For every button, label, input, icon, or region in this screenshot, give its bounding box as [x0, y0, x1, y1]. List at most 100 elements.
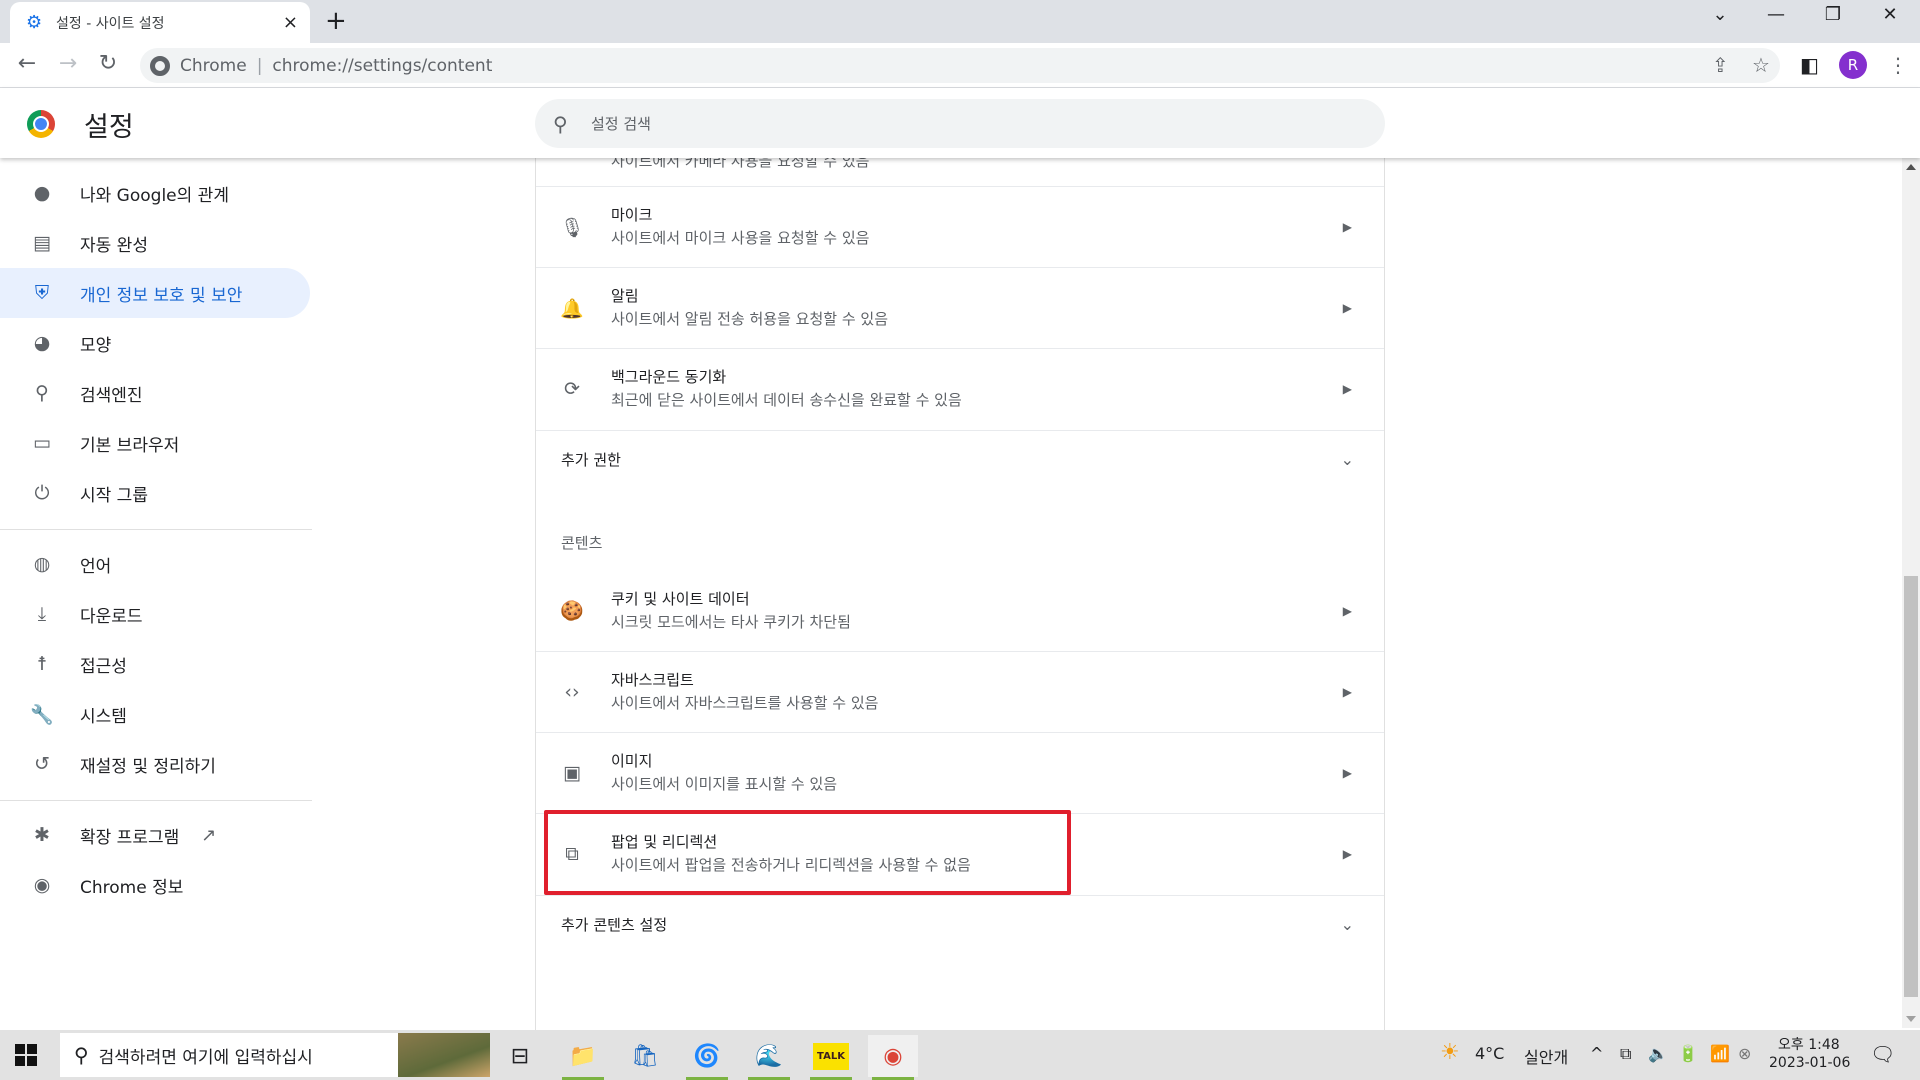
weather-temp[interactable]: 4°C: [1475, 1044, 1504, 1063]
settings-search-input[interactable]: [591, 114, 1351, 133]
weather-icon[interactable]: ☀: [1440, 1040, 1460, 1065]
content-row-images[interactable]: ▣ 이미지 사이트에서 이미지를 표시할 수 있음 ▶: [536, 732, 1384, 813]
chrome-site-icon: [150, 55, 170, 76]
arrow-right-icon: ▶: [1342, 766, 1352, 780]
row-subtitle: 시크릿 모드에서는 타사 쿠키가 차단됨: [611, 612, 851, 631]
sidebar-item-label: 시스템: [80, 706, 127, 727]
arrow-right-icon: ▶: [1342, 847, 1352, 861]
restore-button[interactable]: ❐: [1813, 4, 1853, 25]
back-button[interactable]: ←: [12, 51, 42, 76]
swirl-app-icon[interactable]: 🌊: [744, 1035, 794, 1080]
sidebar-item-autofill[interactable]: ▤ 자동 완성: [0, 218, 310, 268]
image-icon: ▣: [563, 762, 581, 784]
additional-permissions-expander[interactable]: 추가 권한 ⌄: [536, 430, 1384, 488]
scrollbar-thumb[interactable]: [1904, 576, 1918, 998]
sidebar-item-label: 검색엔진: [80, 385, 143, 406]
address-bar[interactable]: Chrome | chrome://settings/content: [140, 48, 1780, 83]
row-subtitle: 최근에 닫은 사이트에서 데이터 송수신을 완료할 수 있음: [611, 391, 962, 409]
sidebar-item-accessibility[interactable]: ☨ 접근성: [0, 639, 310, 689]
microsoft-store-icon[interactable]: 🛍: [620, 1035, 670, 1077]
sidebar-item-about-chrome[interactable]: ◉ Chrome 정보: [0, 860, 310, 910]
sidebar-item-search-engine[interactable]: ⚲ 검색엔진: [0, 368, 310, 418]
sidebar-item-extensions[interactable]: ✱ 확장 프로그램 ↗: [0, 810, 310, 860]
sidebar-divider: [0, 800, 312, 801]
network-status-icon[interactable]: ⊗: [1738, 1044, 1751, 1063]
sidebar-item-appearance[interactable]: ◕ 모양: [0, 318, 310, 368]
arrow-right-icon: ▶: [1342, 603, 1352, 618]
permission-row-notifications[interactable]: 🔔 알림 사이트에서 알림 전송 허용을 요청할 수 있음 ▶: [536, 267, 1384, 348]
settings-search[interactable]: ⚲: [535, 99, 1385, 148]
windows-start-button[interactable]: [15, 1044, 37, 1066]
side-panel-icon[interactable]: ◧: [1800, 53, 1819, 77]
reload-button[interactable]: ↻: [93, 51, 123, 76]
palette-icon: ◕: [33, 332, 51, 354]
kakaotalk-icon[interactable]: TALK: [806, 1035, 856, 1080]
omnibox-separator: |: [256, 55, 263, 76]
windows-taskbar: ⚲ 검색하려면 여기에 입력하십시 ⊟ 📁 🛍 🌀 🌊 TALK ◉ ☀ 4°C…: [0, 1030, 1920, 1080]
sidebar-item-you-and-google[interactable]: ● 나와 Google의 관계: [0, 168, 310, 218]
sidebar-item-label: 확장 프로그램: [80, 827, 180, 848]
file-explorer-icon[interactable]: 📁: [558, 1035, 608, 1080]
task-view-icon[interactable]: ⊟: [495, 1035, 545, 1077]
volume-icon[interactable]: 🔈: [1648, 1044, 1668, 1063]
globe-icon: ◍: [33, 553, 51, 575]
clipboard-icon: ▤: [33, 232, 51, 254]
chrome-menu-icon[interactable]: ⋮: [1888, 53, 1908, 77]
row-title: 백그라운드 동기화: [611, 368, 727, 386]
sidebar-item-label: 개인 정보 보호 및 보안: [80, 285, 243, 306]
taskbar-search-box[interactable]: ⚲ 검색하려면 여기에 입력하십시: [60, 1033, 490, 1077]
tab-close-button[interactable]: ×: [283, 12, 298, 33]
sidebar-item-system[interactable]: 🔧 시스템: [0, 689, 310, 739]
sidebar-item-label: 자동 완성: [80, 235, 148, 256]
clock-date[interactable]: 2023-01-06: [1769, 1055, 1850, 1071]
permission-row-microphone[interactable]: 🎙 마이크 사이트에서 마이크 사용을 요청할 수 있음 ▶: [536, 186, 1384, 267]
meet-now-icon[interactable]: ⧉: [1620, 1044, 1631, 1064]
notification-center-icon[interactable]: 🗨: [1870, 1042, 1895, 1066]
new-tab-button[interactable]: +: [325, 6, 347, 36]
profile-avatar[interactable]: R: [1839, 51, 1867, 79]
sidebar-item-languages[interactable]: ◍ 언어: [0, 539, 310, 589]
url-text[interactable]: chrome://settings/content: [272, 56, 492, 76]
sidebar-item-downloads[interactable]: ⤓ 다운로드: [0, 589, 310, 639]
tab-settings[interactable]: ⚙ 설정 - 사이트 설정 ×: [10, 2, 310, 43]
expander-label: 추가 권한: [561, 451, 621, 469]
sync-icon: ⟳: [564, 378, 580, 400]
content-row-javascript[interactable]: ‹› 자바스크립트 사이트에서 자바스크립트를 사용할 수 있음 ▶: [536, 651, 1384, 732]
edge-icon[interactable]: 🌀: [682, 1035, 732, 1080]
settings-header: 설정 ⚲: [0, 88, 1920, 158]
gear-icon: ⚙: [26, 11, 43, 33]
clock-time[interactable]: 오후 1:48: [1778, 1034, 1840, 1054]
sidebar-item-reset[interactable]: ↺ 재설정 및 정리하기: [0, 739, 310, 789]
download-icon: ⤓: [37, 603, 47, 625]
tab-search-button[interactable]: ⌄: [1700, 4, 1740, 25]
scroll-up-arrow-icon[interactable]: [1906, 164, 1916, 170]
bell-icon: 🔔: [560, 297, 584, 320]
sidebar-item-on-startup[interactable]: ⏻ 시작 그룹: [0, 468, 310, 518]
sidebar-item-label: 다운로드: [80, 606, 143, 627]
chrome-taskbar-icon[interactable]: ◉: [868, 1035, 918, 1080]
weather-desc[interactable]: 실안개: [1524, 1044, 1568, 1068]
share-icon[interactable]: ⇪: [1712, 53, 1729, 77]
scroll-down-arrow-icon[interactable]: [1906, 1016, 1916, 1022]
content-row-popups-redirects[interactable]: ⧉ 팝업 및 리디렉션 사이트에서 팝업을 전송하거나 리디렉션을 사용할 수 …: [536, 813, 1384, 894]
show-hidden-icons-chevron[interactable]: ^: [1590, 1044, 1603, 1063]
wifi-icon[interactable]: 📶: [1710, 1044, 1730, 1063]
sidebar-item-default-browser[interactable]: ▭ 기본 브라우저: [0, 418, 310, 468]
sidebar: ● 나와 Google의 관계 ▤ 자동 완성 ⛨ 개인 정보 보호 및 보안 …: [0, 158, 312, 1028]
chrome-icon: ◉: [33, 874, 51, 896]
battery-icon[interactable]: 🔋: [1678, 1044, 1698, 1063]
open-in-new-icon: ⧉: [565, 843, 579, 865]
page-scrollbar[interactable]: [1902, 158, 1920, 1028]
row-title: 알림: [611, 287, 639, 305]
content-row-cookies[interactable]: 🍪 쿠키 및 사이트 데이터 시크릿 모드에서는 타사 쿠키가 차단됨 ▶: [536, 570, 1384, 651]
additional-content-settings-expander[interactable]: 추가 콘텐츠 설정 ⌄: [536, 895, 1384, 953]
minimize-button[interactable]: —: [1756, 4, 1796, 25]
search-highlight-image: [398, 1033, 490, 1077]
permission-row-background-sync[interactable]: ⟳ 백그라운드 동기화 최근에 닫은 사이트에서 데이터 송수신을 완료할 수 …: [536, 348, 1384, 429]
forward-button[interactable]: →: [53, 51, 83, 76]
bookmark-star-icon[interactable]: ☆: [1752, 53, 1770, 77]
close-window-button[interactable]: ✕: [1870, 4, 1910, 25]
sidebar-item-label: 재설정 및 정리하기: [80, 756, 216, 777]
sidebar-item-privacy-security[interactable]: ⛨ 개인 정보 보호 및 보안: [0, 268, 310, 318]
taskbar-search-placeholder: 검색하려면 여기에 입력하십시: [98, 1047, 313, 1068]
